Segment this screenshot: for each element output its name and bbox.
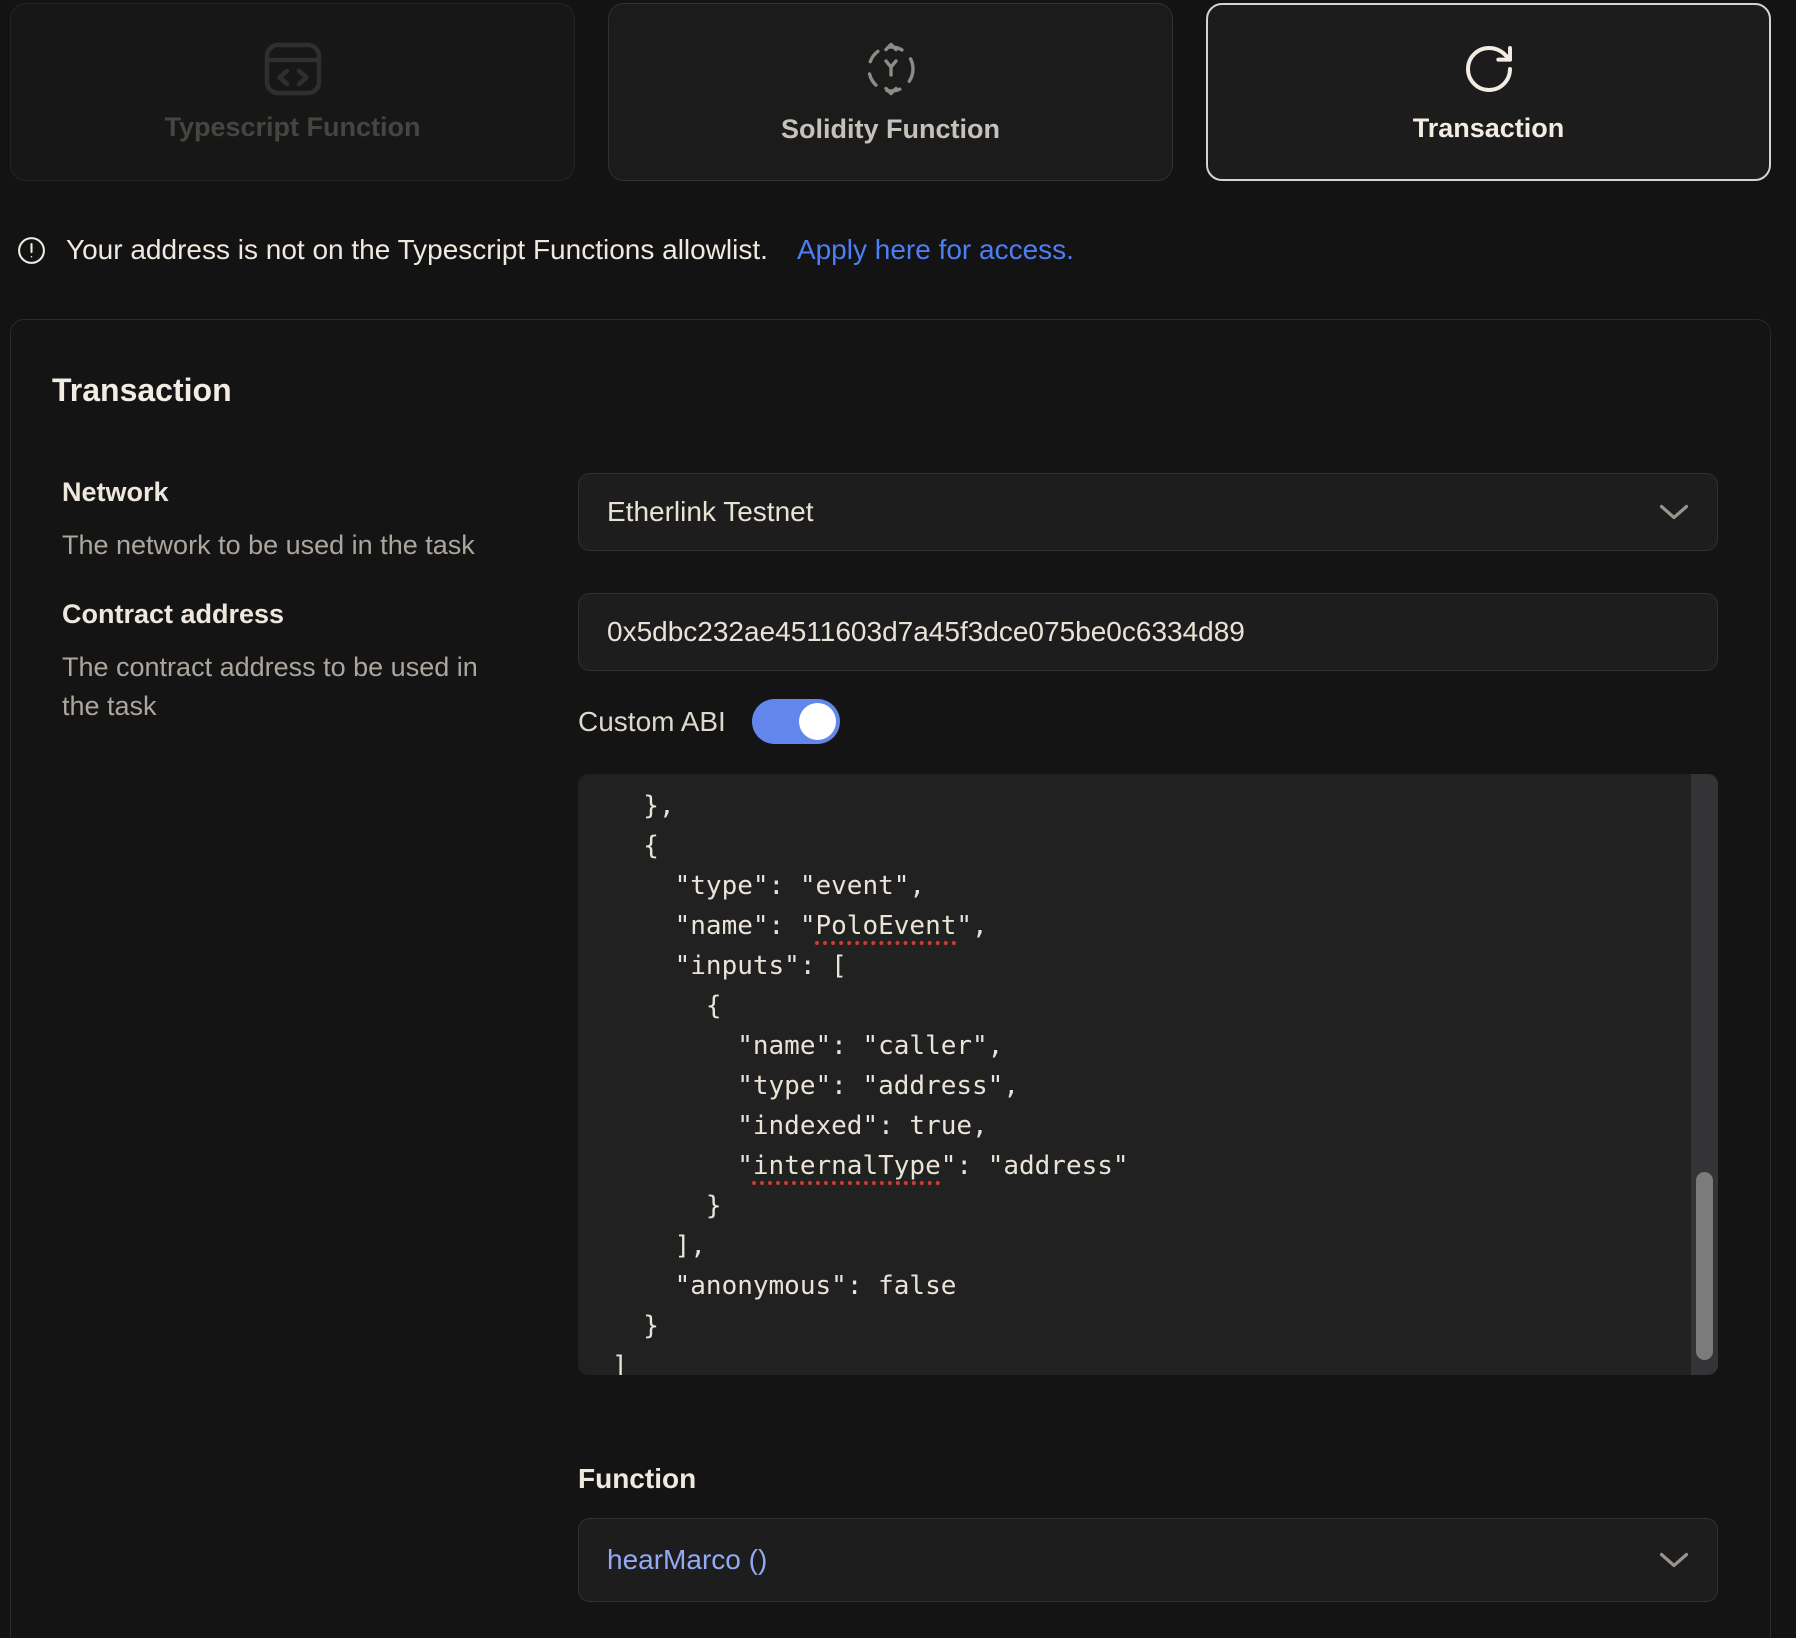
apply-for-access-link[interactable]: Apply here for access. [797,234,1074,266]
deploy-icon [862,40,920,98]
chevron-down-icon [1659,504,1689,521]
rotate-cw-icon [1461,41,1517,97]
tab-transaction[interactable]: Transaction [1206,3,1771,181]
tab-solidity-function[interactable]: Solidity Function [608,3,1173,181]
toggle-knob [799,703,836,740]
custom-abi-row: Custom ABI [578,699,840,744]
tab-label: Typescript Function [164,112,420,143]
abi-editor-scrollbar-thumb[interactable] [1696,1172,1713,1360]
abi-code-editor[interactable]: }, { "type": "event", "name": "PoloEvent… [578,774,1718,1375]
function-label: Function [578,1463,696,1495]
allowlist-notice: Your address is not on the Typescript Fu… [16,234,1074,266]
network-select[interactable]: Etherlink Testnet [578,473,1718,551]
function-select-value: hearMarco () [607,1544,767,1576]
abi-editor-scrollbar[interactable] [1691,774,1718,1375]
network-label: Network [62,477,169,508]
tab-typescript-function[interactable]: Typescript Function [10,3,575,181]
task-editor-screen: Typescript Function Solidity Function Tr… [0,0,1796,1638]
allowlist-notice-text: Your address is not on the Typescript Fu… [66,234,768,266]
tab-label: Solidity Function [781,114,1000,145]
alert-circle-icon [16,235,47,266]
contract-address-input[interactable] [578,593,1718,671]
abi-code-text: }, { "type": "event", "name": "PoloEvent… [578,774,1718,1375]
contract-address-description: The contract address to be used in the t… [62,648,492,726]
custom-abi-label: Custom ABI [578,706,726,738]
custom-abi-toggle[interactable] [752,699,840,744]
function-select[interactable]: hearMarco () [578,1518,1718,1602]
panel-title: Transaction [52,372,232,409]
network-description: The network to be used in the task [62,526,542,565]
chevron-down-icon [1659,1552,1689,1569]
contract-address-label: Contract address [62,599,284,630]
code-window-icon [264,42,322,96]
network-select-value: Etherlink Testnet [607,496,814,528]
tab-label: Transaction [1413,113,1565,144]
